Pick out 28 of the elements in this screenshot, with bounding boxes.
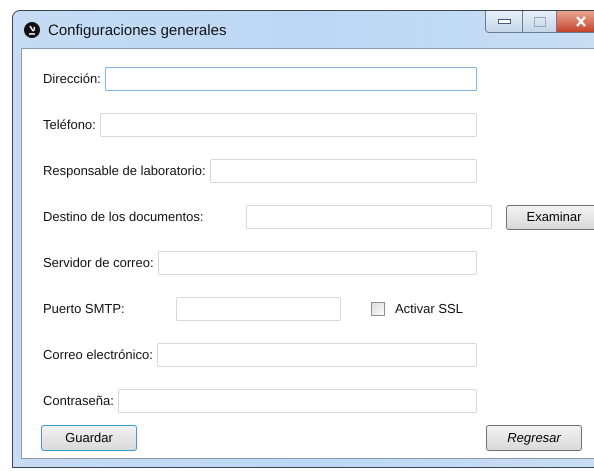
maximize-button[interactable] — [523, 11, 557, 32]
input-field[interactable] — [158, 251, 477, 275]
input-field[interactable] — [104, 67, 477, 91]
field-label: Contraseña: — [43, 392, 114, 410]
checkbox-label: Activar SSL — [395, 300, 463, 318]
field-label: Teléfono: — [43, 116, 96, 134]
close-icon — [574, 16, 586, 27]
field-label: Dirección: — [43, 70, 101, 88]
field-label: Puerto SMTP: — [43, 300, 126, 318]
window-title: Configuraciones generales — [48, 21, 226, 41]
checkbox[interactable] — [371, 302, 385, 316]
save-button[interactable]: Guardar — [41, 425, 137, 451]
field-label: Correo electrónico: — [43, 346, 153, 364]
close-button[interactable] — [557, 11, 594, 32]
field-label: Servidor de correo: — [43, 254, 154, 272]
input-field[interactable] — [176, 297, 341, 321]
input-field[interactable] — [210, 159, 477, 183]
input-field[interactable] — [118, 389, 477, 413]
minimize-icon — [498, 19, 510, 24]
back-button[interactable]: Regresar — [486, 425, 582, 451]
maximize-icon — [534, 16, 546, 26]
input-field[interactable] — [156, 343, 477, 367]
field-label: Destino de los documentos: — [43, 208, 204, 226]
input-field[interactable] — [100, 113, 477, 137]
browse-button[interactable]: Examinar — [506, 204, 594, 230]
minimize-button[interactable] — [486, 11, 523, 32]
input-field[interactable] — [246, 205, 492, 229]
field-label: Responsable de laboratorio: — [43, 162, 206, 180]
